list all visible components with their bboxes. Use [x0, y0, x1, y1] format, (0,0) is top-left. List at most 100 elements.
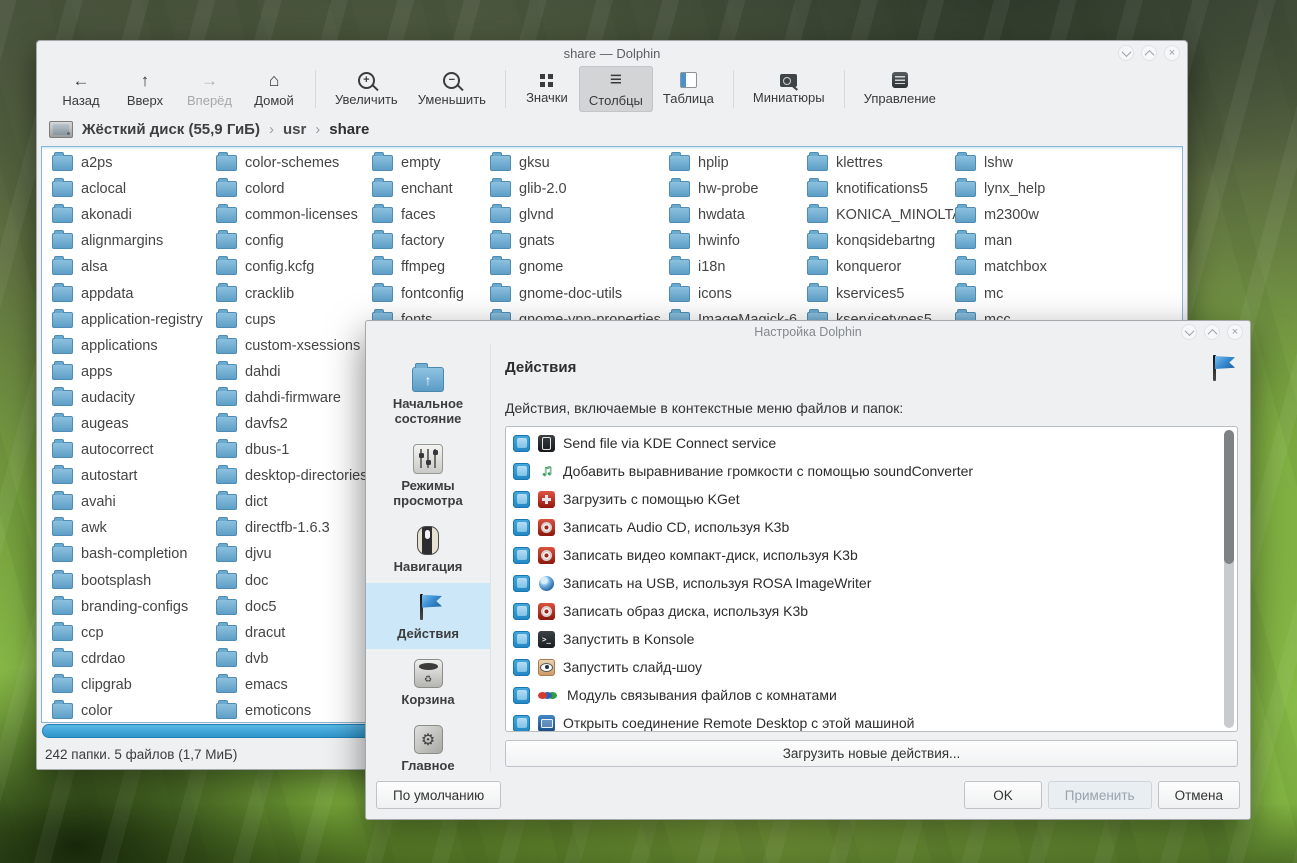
- toolbar-button-columns-view[interactable]: Столбцы: [579, 66, 653, 112]
- service-item[interactable]: Модуль связывания файлов с комнатами: [507, 681, 1221, 709]
- breadcrumb-share[interactable]: share: [329, 121, 369, 138]
- file-item[interactable]: cdrdao: [52, 646, 203, 672]
- file-item[interactable]: enchant: [372, 176, 464, 202]
- file-item[interactable]: dvb: [216, 646, 368, 672]
- file-item[interactable]: konqueror: [807, 254, 962, 280]
- minimize-button[interactable]: [1118, 45, 1134, 61]
- toolbar-button-icons-view[interactable]: Значки: [515, 70, 579, 109]
- file-item[interactable]: factory: [372, 228, 464, 254]
- file-item[interactable]: aclocal: [52, 176, 203, 202]
- file-item[interactable]: desktop-directories: [216, 463, 368, 489]
- file-item[interactable]: color: [52, 698, 203, 723]
- file-item[interactable]: hwinfo: [669, 228, 797, 254]
- file-item[interactable]: m2300w: [955, 202, 1047, 228]
- file-item[interactable]: dahdi: [216, 359, 368, 385]
- file-item[interactable]: dracut: [216, 620, 368, 646]
- file-item[interactable]: awk: [52, 515, 203, 541]
- breadcrumb-usr[interactable]: usr: [283, 121, 306, 138]
- file-item[interactable]: dahdi-firmware: [216, 385, 368, 411]
- service-item[interactable]: Записать на USB, используя ROSA ImageWri…: [507, 569, 1221, 597]
- file-item[interactable]: bash-completion: [52, 541, 203, 567]
- file-item[interactable]: davfs2: [216, 411, 368, 437]
- file-item[interactable]: empty: [372, 150, 464, 176]
- file-item[interactable]: custom-xsessions: [216, 333, 368, 359]
- service-item[interactable]: Добавить выравнивание громкости с помощь…: [507, 457, 1221, 485]
- dialog-minimize-button[interactable]: [1181, 324, 1197, 340]
- file-item[interactable]: kservices5: [807, 280, 962, 306]
- checkbox-checked[interactable]: [513, 575, 530, 592]
- file-item[interactable]: augeas: [52, 411, 203, 437]
- file-item[interactable]: glib-2.0: [490, 176, 661, 202]
- file-item[interactable]: cracklib: [216, 280, 368, 306]
- maximize-button[interactable]: [1141, 45, 1157, 61]
- file-item[interactable]: dict: [216, 489, 368, 515]
- file-item[interactable]: hwdata: [669, 202, 797, 228]
- dialog-titlebar[interactable]: Настройка Dolphin ×: [366, 321, 1250, 343]
- file-item[interactable]: i18n: [669, 254, 797, 280]
- toolbar-button-zoom-out[interactable]: Уменьшить: [408, 68, 496, 111]
- file-item[interactable]: konqsidebartng: [807, 228, 962, 254]
- toolbar-button-zoom-in[interactable]: Увеличить: [325, 68, 408, 111]
- file-item[interactable]: common-licenses: [216, 202, 368, 228]
- toolbar-button-forward[interactable]: Вперёд: [177, 66, 242, 112]
- checkbox-checked[interactable]: [513, 687, 530, 704]
- checkbox-checked[interactable]: [513, 519, 530, 536]
- file-item[interactable]: KONICA_MINOLTA: [807, 202, 962, 228]
- file-item[interactable]: dbus-1: [216, 437, 368, 463]
- file-item[interactable]: a2ps: [52, 150, 203, 176]
- file-item[interactable]: mc: [955, 280, 1047, 306]
- file-item[interactable]: fontconfig: [372, 280, 464, 306]
- file-item[interactable]: autocorrect: [52, 437, 203, 463]
- file-item[interactable]: color-schemes: [216, 150, 368, 176]
- file-item[interactable]: gnome: [490, 254, 661, 280]
- file-item[interactable]: man: [955, 228, 1047, 254]
- file-item[interactable]: ccp: [52, 620, 203, 646]
- toolbar-button-table-view[interactable]: Таблица: [653, 68, 724, 110]
- scrollbar-thumb[interactable]: [1224, 430, 1234, 564]
- file-item[interactable]: apps: [52, 359, 203, 385]
- toolbar-button-up[interactable]: Вверх: [113, 66, 177, 112]
- service-item[interactable]: Открыть соединение Remote Desktop с этой…: [507, 709, 1221, 732]
- dialog-close-button[interactable]: ×: [1227, 324, 1243, 340]
- file-item[interactable]: appdata: [52, 280, 203, 306]
- service-item[interactable]: Запустить в Konsole: [507, 625, 1221, 653]
- file-item[interactable]: akonadi: [52, 202, 203, 228]
- file-item[interactable]: clipgrab: [52, 672, 203, 698]
- service-item[interactable]: Записать Audio CD, используя K3b: [507, 513, 1221, 541]
- checkbox-checked[interactable]: [513, 631, 530, 648]
- sidebar-item-trash[interactable]: Корзина: [366, 649, 490, 715]
- service-item[interactable]: Записать образ диска, используя K3b: [507, 597, 1221, 625]
- defaults-button[interactable]: По умолчанию: [376, 781, 501, 809]
- file-item[interactable]: glvnd: [490, 202, 661, 228]
- checkbox-checked[interactable]: [513, 547, 530, 564]
- file-item[interactable]: matchbox: [955, 254, 1047, 280]
- checkbox-checked[interactable]: [513, 491, 530, 508]
- download-new-services-button[interactable]: Загрузить новые действия...: [505, 740, 1238, 767]
- file-item[interactable]: hplip: [669, 150, 797, 176]
- file-item[interactable]: gnats: [490, 228, 661, 254]
- toolbar-button-control[interactable]: Управление: [854, 68, 946, 110]
- toolbar-button-back[interactable]: Назад: [49, 66, 113, 112]
- ok-button[interactable]: OK: [964, 781, 1042, 809]
- file-item[interactable]: djvu: [216, 541, 368, 567]
- file-item[interactable]: emacs: [216, 672, 368, 698]
- file-item[interactable]: icons: [669, 280, 797, 306]
- vertical-scrollbar[interactable]: [1224, 430, 1234, 728]
- file-item[interactable]: doc: [216, 568, 368, 594]
- checkbox-checked[interactable]: [513, 603, 530, 620]
- checkbox-checked[interactable]: [513, 659, 530, 676]
- checkbox-checked[interactable]: [513, 715, 530, 732]
- file-item[interactable]: hw-probe: [669, 176, 797, 202]
- file-item[interactable]: alsa: [52, 254, 203, 280]
- breadcrumb-device[interactable]: Жёсткий диск (55,9 ГиБ): [82, 121, 260, 138]
- sidebar-item-navigation[interactable]: Навигация: [366, 516, 490, 582]
- apply-button[interactable]: Применить: [1048, 781, 1152, 809]
- file-item[interactable]: klettres: [807, 150, 962, 176]
- cancel-button[interactable]: Отмена: [1158, 781, 1240, 809]
- file-item[interactable]: gksu: [490, 150, 661, 176]
- service-item[interactable]: Send file via KDE Connect service: [507, 429, 1221, 457]
- file-item[interactable]: ffmpeg: [372, 254, 464, 280]
- file-item[interactable]: config: [216, 228, 368, 254]
- service-item[interactable]: Запустить слайд-шоу: [507, 653, 1221, 681]
- file-item[interactable]: branding-configs: [52, 594, 203, 620]
